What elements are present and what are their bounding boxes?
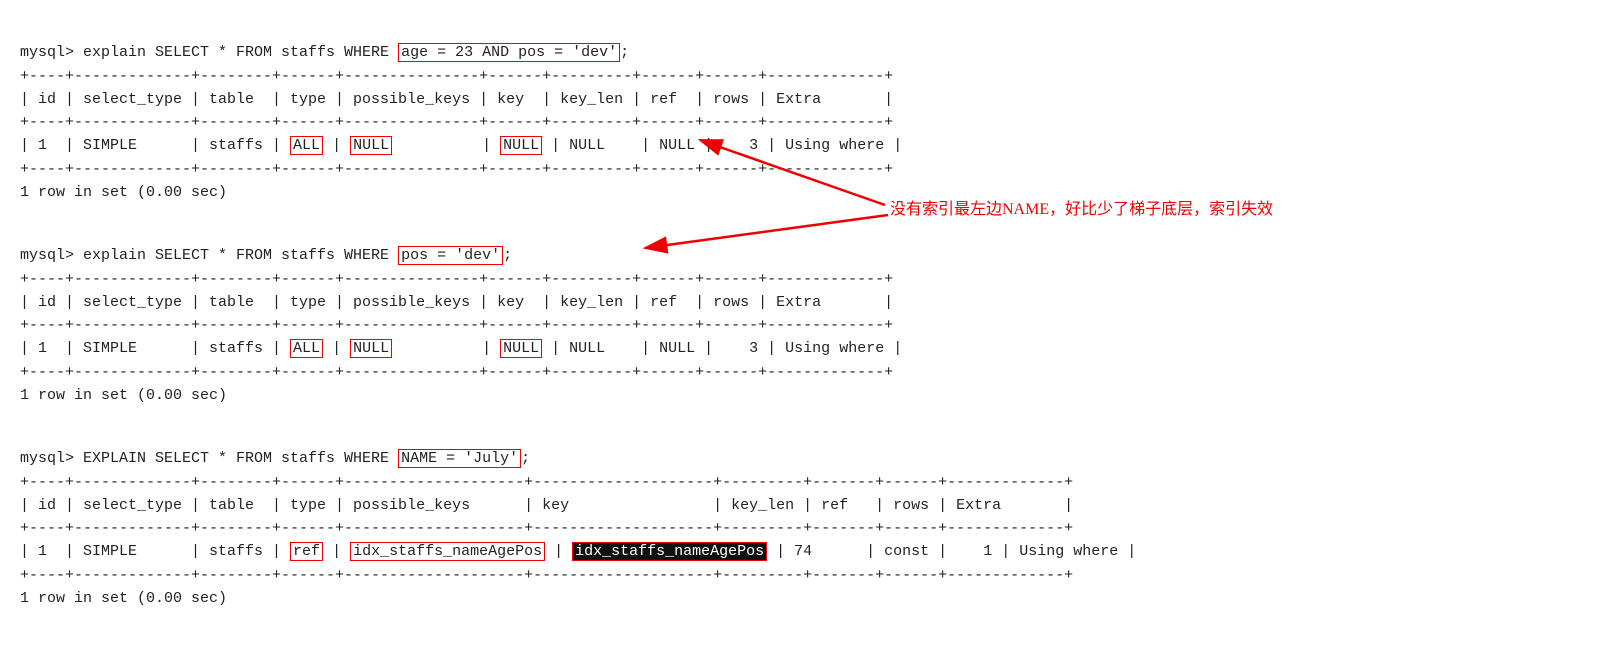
block3-header: | id | select_type | table | type | poss… xyxy=(20,497,1073,514)
block3-divider1: +----+-------------+--------+------+----… xyxy=(20,474,1073,491)
block3-row: | 1 | SIMPLE | staffs | ref | idx_staffs… xyxy=(20,542,1136,561)
block3-cmd: mysql> EXPLAIN SELECT * FROM staffs WHER… xyxy=(20,450,398,467)
block2-divider1: +----+-------------+--------+------+----… xyxy=(20,271,893,288)
block2-rowcount: 1 row in set (0.00 sec) xyxy=(20,387,227,404)
block1-divider1: +----+-------------+--------+------+----… xyxy=(20,68,893,85)
block3-divider2: +----+-------------+--------+------+----… xyxy=(20,520,1073,537)
block2: mysql> explain SELECT * FROM staffs WHER… xyxy=(20,221,1578,407)
block1-highlight1: age = 23 AND pos = 'dev' xyxy=(398,43,620,62)
block1-divider3: +----+-------------+--------+------+----… xyxy=(20,161,893,178)
block3-highlight: NAME = 'July' xyxy=(398,449,521,468)
block1-row: | 1 | SIMPLE | staffs | ALL | NULL | NUL… xyxy=(20,136,902,155)
block3-rowcount: 1 row in set (0.00 sec) xyxy=(20,590,227,607)
block1: mysql> explain SELECT * FROM staffs WHER… xyxy=(20,18,1578,204)
block2-header: | id | select_type | table | type | poss… xyxy=(20,294,893,311)
block2-cmd: mysql> explain SELECT * FROM staffs WHER… xyxy=(20,247,398,264)
block2-divider2: +----+-------------+--------+------+----… xyxy=(20,317,893,334)
block2-highlight: pos = 'dev' xyxy=(398,246,503,265)
block1-header: | id | select_type | table | type | poss… xyxy=(20,91,893,108)
block2-row: | 1 | SIMPLE | staffs | ALL | NULL | NUL… xyxy=(20,339,902,358)
block1-divider2: +----+-------------+--------+------+----… xyxy=(20,114,893,131)
block1-cmd: mysql> explain SELECT * FROM staffs WHER… xyxy=(20,44,398,61)
block1-rowcount: 1 row in set (0.00 sec) xyxy=(20,184,227,201)
block2-divider3: +----+-------------+--------+------+----… xyxy=(20,364,893,381)
block3-divider3: +----+-------------+--------+------+----… xyxy=(20,567,1073,584)
annotation-text: 没有索引最左边NAME，好比少了梯子底层，索引失效 xyxy=(890,195,1273,219)
block3: mysql> EXPLAIN SELECT * FROM staffs WHER… xyxy=(20,424,1578,610)
